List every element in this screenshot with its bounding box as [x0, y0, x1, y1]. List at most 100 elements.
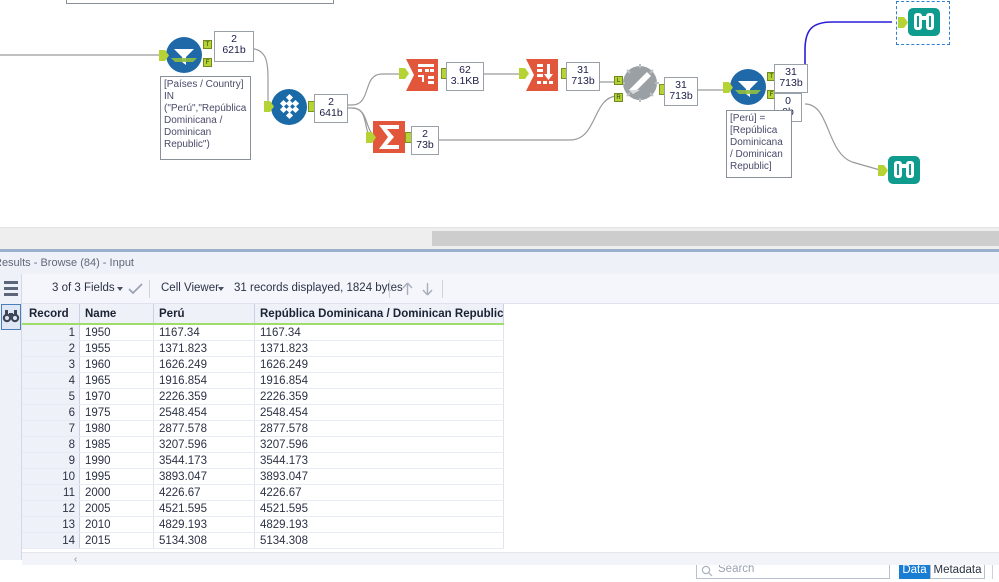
filter-false-anchor[interactable]: F [203, 58, 212, 67]
toolbar-divider [389, 280, 390, 298]
cell-rd: 4521.595 [254, 500, 505, 517]
cell-peru: 2877.578 [153, 420, 255, 437]
join-left-anchor[interactable]: L [614, 76, 623, 85]
record-count-label: 31 713b [566, 62, 600, 91]
record-count-label: 62 3.1KB [446, 62, 484, 91]
cell-record: 4 [22, 372, 80, 389]
summarize-tool[interactable] [371, 119, 409, 157]
cell-record: 3 [22, 356, 80, 373]
table-row[interactable]: 4 1965 1916.854 1916.854 [22, 372, 505, 389]
cell-name: 2010 [79, 516, 154, 533]
cell-name: 1960 [79, 356, 154, 373]
cell-peru: 3893.047 [153, 468, 255, 485]
browse-icon[interactable] [1, 304, 21, 330]
record-count-label: 2 621b [214, 31, 254, 62]
results-toolbar: 3 of 3 Fields Cell Viewer 31 records dis… [22, 274, 999, 304]
cell-name: 2000 [79, 484, 154, 501]
table-row[interactable]: 14 2015 5134.308 5134.308 [22, 532, 505, 549]
arrow-up-icon[interactable] [400, 280, 415, 303]
fields-label[interactable]: 3 of 3 Fields [52, 282, 115, 294]
filter-true-anchor[interactable]: T [203, 40, 212, 49]
cell-record: 7 [22, 420, 80, 437]
connection-lines [0, 21, 892, 171]
cell-name: 1970 [79, 388, 154, 405]
results-title: Results - Browse (84) - Input [0, 257, 134, 269]
column-header-name[interactable]: Name [79, 304, 154, 325]
join-right-anchor[interactable]: R [614, 93, 623, 102]
cell-rd: 5134.308 [254, 532, 505, 549]
canvas-horizontal-scrollbar[interactable] [432, 231, 999, 246]
record-count-label: 2 641b [314, 94, 348, 123]
cell-rd: 3893.047 [254, 468, 505, 485]
cell-rd: 4829.193 [254, 516, 505, 533]
cell-rd: 3207.596 [254, 436, 505, 453]
cell-record: 12 [22, 500, 80, 517]
table-row[interactable]: 5 1970 2226.359 2226.359 [22, 388, 505, 405]
cell-peru: 4226.67 [153, 484, 255, 501]
results-body: 3 of 3 Fields Cell Viewer 31 records dis… [0, 274, 999, 579]
cell-name: 1980 [79, 420, 154, 437]
browse-tool-1[interactable] [906, 4, 944, 42]
filter2-annotation: [Perú] = [República Dominicana / Dominic… [726, 110, 792, 178]
cell-record: 11 [22, 484, 80, 501]
cell-name: 1985 [79, 436, 154, 453]
cell-peru: 1916.854 [153, 372, 255, 389]
table-row[interactable]: 1 1950 1167.34 1167.34 [22, 324, 505, 341]
column-header-rd[interactable]: República Dominicana / Dominican Republi… [254, 304, 505, 325]
cell-viewer-label[interactable]: Cell Viewer [161, 282, 219, 294]
cell-record: 8 [22, 436, 80, 453]
cell-rd: 1916.854 [254, 372, 505, 389]
browse-tool-2[interactable] [886, 152, 924, 190]
fields-dropdown-caret[interactable] [117, 287, 123, 291]
cell-name: 2015 [79, 532, 154, 549]
filter-annotation: [Países / Country] IN ("Perú","República… [160, 76, 251, 160]
cell-name: 2005 [79, 500, 154, 517]
table-row[interactable]: 12 2005 4521.595 4521.595 [22, 500, 505, 517]
filter-tool[interactable] [165, 36, 203, 74]
transpose-tool[interactable] [524, 56, 562, 94]
table-row[interactable]: 13 2010 4829.193 4829.193 [22, 516, 505, 533]
record-count-label: 31 713b [774, 64, 808, 93]
filter-tool-2[interactable] [729, 68, 767, 106]
results-grid[interactable]: Record Name Perú República Dominicana / … [22, 304, 999, 560]
cell-rd: 1371.823 [254, 340, 505, 357]
column-header-record[interactable]: Record [22, 304, 80, 325]
cell-name: 1975 [79, 404, 154, 421]
cell-peru: 1371.823 [153, 340, 255, 357]
cell-name: 1990 [79, 452, 154, 469]
table-row[interactable]: 10 1995 3893.047 3893.047 [22, 468, 505, 485]
cell-peru: 2548.454 [153, 404, 255, 421]
toolbar-divider [442, 280, 443, 298]
cell-record: 13 [22, 516, 80, 533]
table-row[interactable]: 8 1985 3207.596 3207.596 [22, 436, 505, 453]
table-row[interactable]: 11 2000 4226.67 4226.67 [22, 484, 505, 501]
cell-rd: 1626.249 [254, 356, 505, 373]
table-row[interactable]: 7 1980 2877.578 2877.578 [22, 420, 505, 437]
cell-name: 1965 [79, 372, 154, 389]
cell-record: 10 [22, 468, 80, 485]
table-row[interactable]: 6 1975 2548.454 2548.454 [22, 404, 505, 421]
join-tool[interactable] [620, 63, 659, 102]
cell-rd: 2877.578 [254, 420, 505, 437]
table-row[interactable]: 9 1990 3544.173 3544.173 [22, 452, 505, 469]
grid-horizontal-scrollbar[interactable]: ‹ [22, 552, 999, 565]
cell-peru: 3544.173 [153, 452, 255, 469]
workflow-canvas[interactable]: T F 2 621b [Países / Country] IN ("Perú"… [0, 0, 999, 233]
cell-record: 6 [22, 404, 80, 421]
table-row[interactable]: 2 1955 1371.823 1371.823 [22, 340, 505, 357]
arrow-down-icon[interactable] [420, 280, 435, 303]
cell-peru: 4829.193 [153, 516, 255, 533]
cell-peru: 4521.595 [153, 500, 255, 517]
select-tool[interactable] [270, 88, 308, 126]
table-row[interactable]: 3 1960 1626.249 1626.249 [22, 356, 505, 373]
results-panel: Results - Browse (84) - Input 3 of 3 Fie… [0, 252, 999, 579]
cell-record: 9 [22, 452, 80, 469]
check-icon[interactable] [128, 282, 143, 301]
crosstab-tool[interactable] [404, 56, 442, 94]
column-header-peru[interactable]: Perú [153, 304, 255, 325]
list-view-icon[interactable] [1, 276, 21, 302]
viewer-dropdown-caret[interactable] [218, 287, 224, 291]
cell-peru: 2226.359 [153, 388, 255, 405]
cell-rd: 1167.34 [254, 324, 505, 341]
cell-rd: 4226.67 [254, 484, 505, 501]
